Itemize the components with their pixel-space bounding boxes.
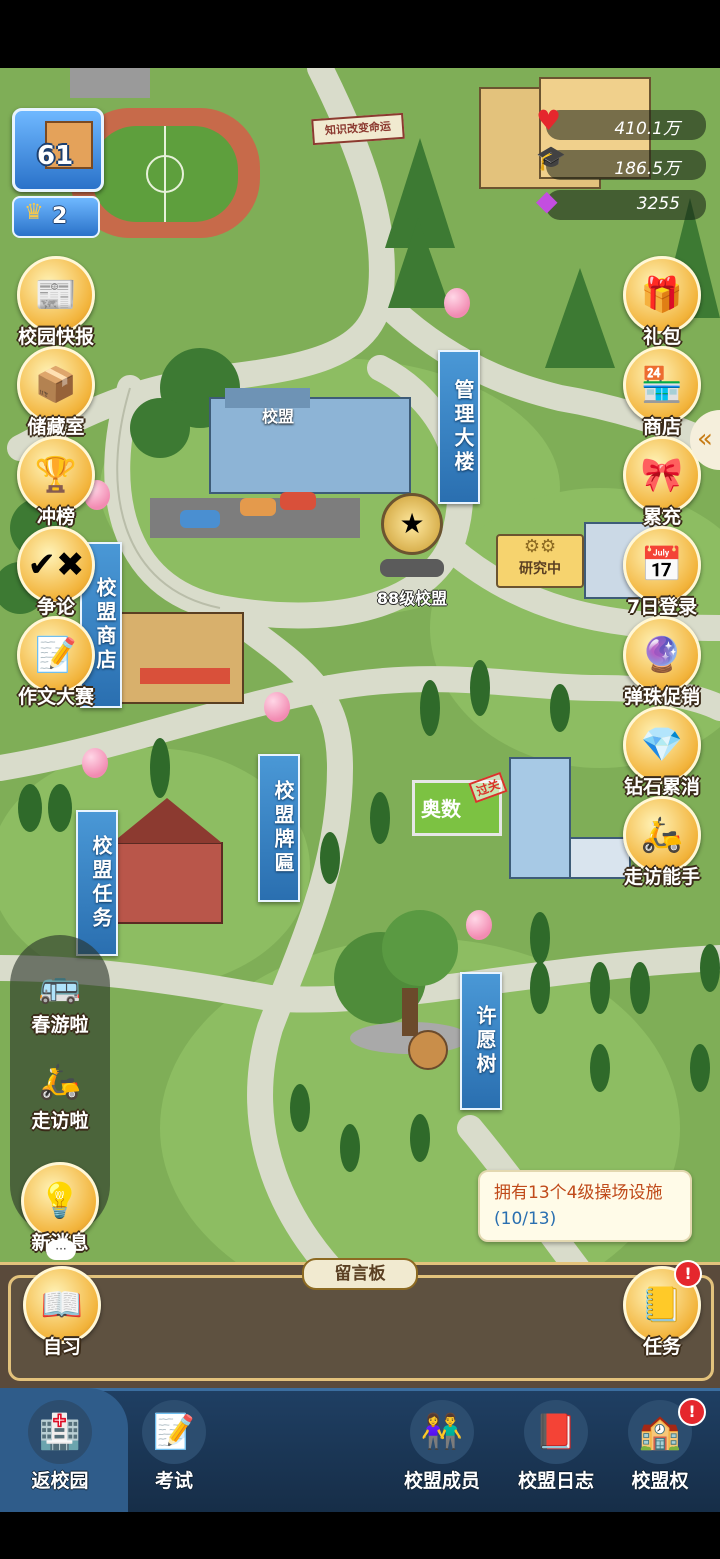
olympiad-sign[interactable]: 奥数 过关 [412,771,508,836]
alliance-plaque-banner[interactable]: 校盟牌匾 [258,754,300,902]
recharge-label: 累充 [642,506,681,528]
diamond-sale-button[interactable]: 💎 钻石累消 [614,706,710,802]
alliance-rank-badge[interactable]: ♛ 2 [12,196,100,238]
nav-campus[interactable]: 🏥 返校园 [0,1400,120,1500]
self-study-label: 自习 [42,1336,81,1358]
task-tooltip-text: 拥有13个4级操场设施 [494,1183,663,1203]
school-news-label: 校园快报 [17,326,94,348]
nav-alliance-book[interactable]: 📕 校盟日志 [496,1400,616,1500]
olympiad-label: 奥数 [421,797,461,821]
essay-contest-button[interactable]: 📝 作文大赛 [8,616,104,712]
ranking-label: 冲榜 [36,506,75,528]
scholar-counter[interactable]: 🎓 186.5万 [536,144,706,180]
diamond-icon: ◆ [536,184,558,217]
balloon-task [82,748,108,778]
book-icon: 📕 [524,1400,588,1464]
graduation-cap-icon: 🎓 [536,144,566,172]
visit-expert-label: 走访能手 [623,866,700,888]
diamond-value: 3255 [636,194,680,214]
spring-trip-label: 春游啦 [31,1014,89,1036]
seven-day-login-label: 7日登录 [626,596,698,618]
laurel-badge-icon: ★ [381,493,443,555]
essay-contest-label: 作文大赛 [17,686,94,708]
nav-exam[interactable]: 📝 考试 [114,1400,234,1500]
gift-pack-label: 礼包 [642,326,681,348]
nav-alliance-members-label: 校盟成员 [403,1470,480,1492]
admin-building-banner[interactable]: 管理大楼 [438,350,480,504]
balloon-wish [466,910,492,940]
task-button[interactable]: 📒 任务 ! [614,1260,710,1362]
nav-alert-icon: ! [678,1398,706,1426]
school-level-badge[interactable]: 61 [12,108,104,192]
debate-label: 争论 [36,596,75,618]
task-tooltip: 拥有13个4级操场设施 (10/13) [478,1170,692,1242]
seven-day-login-button[interactable]: 📅 7日登录 [614,526,710,622]
chat-bubble-icon: ··· [46,1240,76,1260]
nav-alliance-rights-label: 校盟权 [631,1470,689,1492]
visit-label: 走访啦 [31,1110,89,1132]
wish-tree-banner[interactable]: 许愿树 [460,972,502,1110]
visit-expert-button[interactable]: 🛵 走访能手 [614,796,710,892]
heart-icon: ♥ [536,104,562,137]
nav-exam-label: 考试 [154,1470,193,1492]
hospital-building-icon: 🏥 [28,1400,92,1464]
task-alert-icon: ! [674,1260,702,1288]
statue-base [380,559,444,577]
storage-room-button[interactable]: 📦 储藏室 [8,346,104,442]
debate-button[interactable]: ✔✖ 争论 [8,526,104,622]
system-nav-strip [0,1512,720,1559]
storage-room-label: 储藏室 [27,416,85,438]
nav-campus-label: 返校园 [31,1470,89,1492]
alliance-hall-sign: 校盟 [262,407,295,426]
gift-pack-button[interactable]: 🎁 礼包 [614,256,710,352]
balloon-plaque [264,692,290,722]
hearts-counter[interactable]: ♥ 410.1万 [536,104,706,140]
members-icon: 👫 [410,1400,474,1464]
balloon-admin [444,288,470,318]
message-board-inner [8,1275,714,1381]
self-study-button[interactable]: 📖 自习 [14,1266,110,1362]
diamond-sale-label: 钻石累消 [623,776,700,798]
status-bar [0,0,720,68]
alliance-badge-statue[interactable]: ★ 88级校盟 [362,493,462,609]
exam-paper-icon: 📝 [142,1400,206,1464]
scholar-value: 186.5万 [614,159,680,179]
alliance-level-label: 88级校盟 [376,589,448,608]
gears-icon: ⚙⚙ [523,536,557,557]
ranking-button[interactable]: 🏆 冲榜 [8,436,104,532]
school-news-button[interactable]: 📰 校园快报 [8,256,104,352]
school-level: 61 [37,141,74,171]
message-board-title: 留言板 [302,1258,418,1290]
visit-button[interactable]: 🛵 走访啦 [12,1046,108,1142]
nav-alliance-members[interactable]: 👫 校盟成员 [382,1400,502,1500]
hearts-value: 410.1万 [614,119,680,139]
wings-crown-icon: ♛ [24,200,44,225]
research-status: 研究中 [519,561,561,577]
marble-sale-button[interactable]: 🔮 弹珠促销 [614,616,710,712]
spring-trip-button[interactable]: 🚌 春游啦 [12,950,108,1046]
nav-alliance-rights[interactable]: 🏫 校盟权 ! [600,1398,720,1500]
alliance-rank: 2 [52,204,68,229]
nav-alliance-book-label: 校盟日志 [517,1470,594,1492]
research-sign[interactable]: ⚙⚙ 研究中 [496,534,584,588]
alliance-task-banner[interactable]: 校盟任务 [76,810,118,956]
task-tooltip-progress: (10/13) [494,1209,557,1229]
teddy-bear-icon [408,1030,448,1070]
marble-sale-label: 弹珠促销 [623,686,700,708]
diamond-counter[interactable]: ◆ 3255 [536,184,706,220]
task-label: 任务 [642,1336,681,1358]
